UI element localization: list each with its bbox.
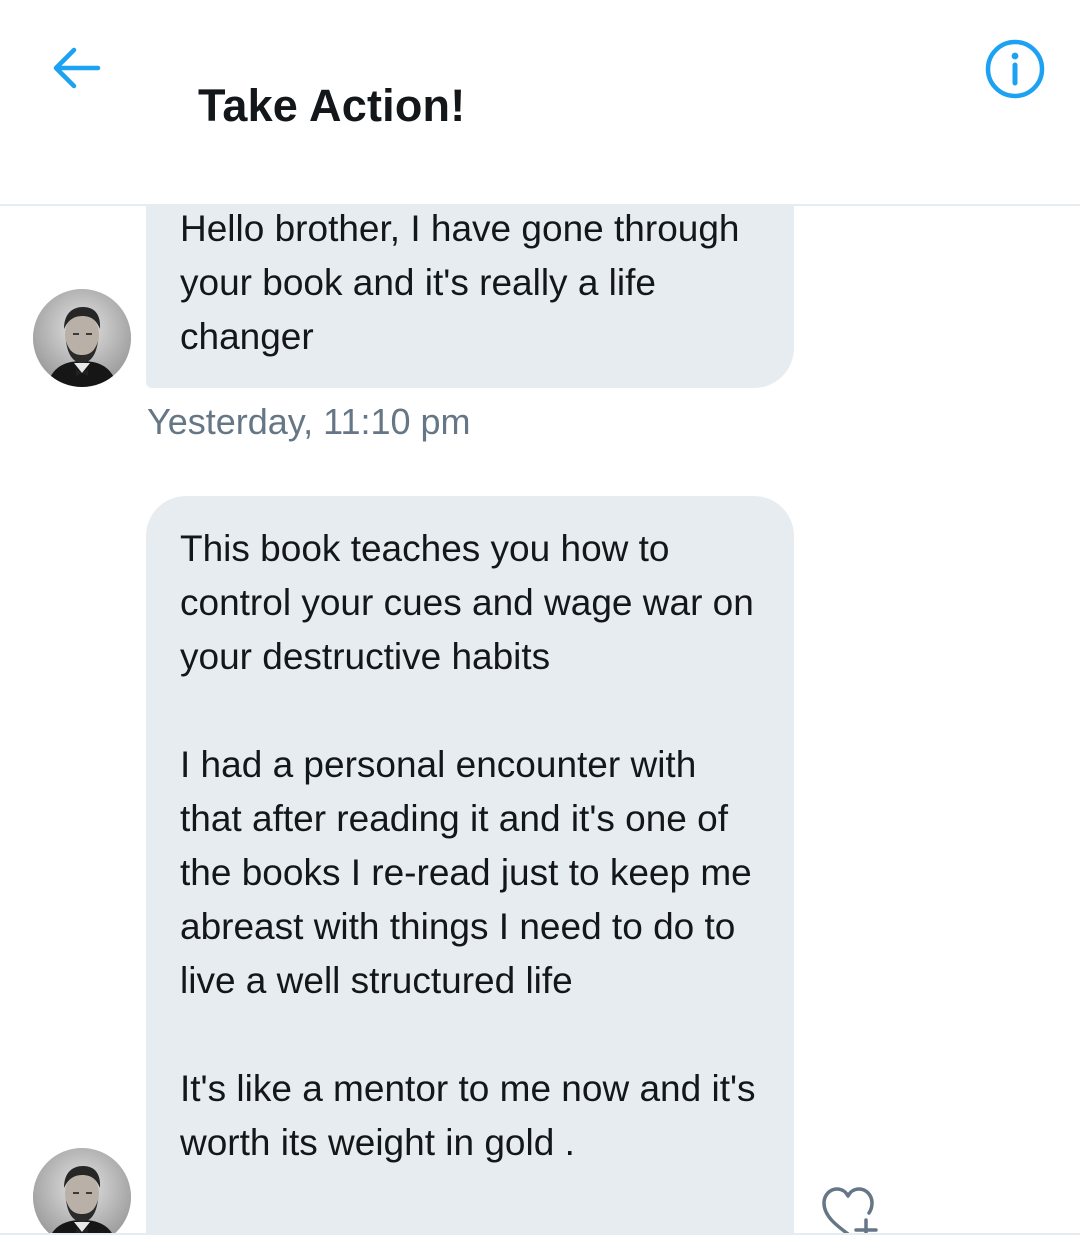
avatar[interactable] — [33, 1148, 131, 1233]
back-button[interactable] — [46, 38, 108, 100]
conversation-header: Take Action! — [0, 0, 1080, 206]
portrait-avatar-icon — [33, 289, 131, 387]
message-text: I had a personal encounter with that aft… — [180, 744, 752, 1001]
composer-divider — [0, 1233, 1080, 1235]
conversation-title: Take Action! — [198, 80, 466, 131]
message-timestamp: Yesterday, 11:10 pm — [147, 401, 471, 442]
message-text: It's like a mentor to me now and it's wo… — [180, 1068, 756, 1163]
message-bubble[interactable]: Hello brother, I have gone through your … — [146, 206, 794, 388]
message-bubble[interactable]: This book teaches you how to control you… — [146, 496, 794, 1233]
portrait-avatar-icon — [33, 1148, 131, 1233]
info-circle-icon — [985, 39, 1045, 99]
heart-plus-icon — [822, 1187, 878, 1233]
message-text: This book teaches you how to control you… — [180, 528, 754, 677]
arrow-left-icon — [53, 47, 101, 89]
message-list[interactable]: Hello brother, I have gone through your … — [0, 206, 1080, 1233]
add-reaction-button[interactable] — [818, 1184, 882, 1233]
message-text: Hello brother, I have gone through your … — [180, 208, 740, 357]
avatar[interactable] — [33, 289, 131, 387]
info-button[interactable] — [983, 37, 1047, 101]
